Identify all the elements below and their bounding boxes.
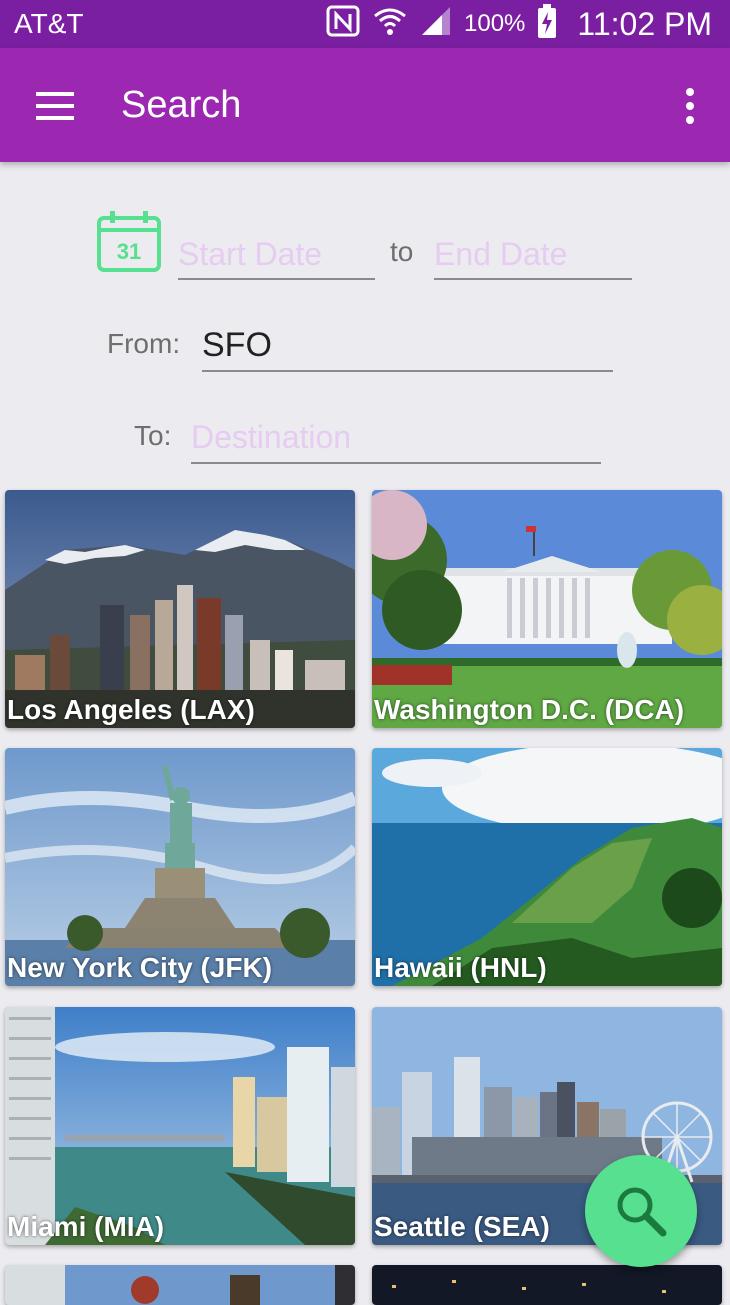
destination-label: Los Angeles (LAX) — [7, 694, 255, 725]
battery-charging-icon — [537, 3, 557, 45]
destination-card-jfk[interactable]: New York City (JFK) — [5, 748, 355, 986]
origin-field[interactable] — [202, 322, 613, 372]
destination-card-partial-right[interactable] — [372, 1265, 722, 1305]
start-date-field[interactable] — [178, 232, 375, 280]
hnl-photo — [372, 748, 722, 986]
to-label: To: — [134, 420, 172, 451]
status-icons: 100% 11:02 PM — [326, 3, 712, 45]
destination-input[interactable] — [191, 414, 601, 460]
hamburger-icon[interactable] — [30, 84, 80, 128]
start-date-input[interactable] — [178, 232, 375, 276]
wifi-icon — [372, 5, 408, 44]
app-bar: Search — [0, 48, 730, 162]
search-form: 31 to From: To: — [0, 162, 730, 488]
destination-card-lax[interactable]: Los Angeles (LAX) — [5, 490, 355, 728]
lax-photo — [5, 490, 355, 728]
destination-label: Seattle (SEA) — [374, 1211, 550, 1242]
destination-card-mia[interactable]: Miami (MIA) — [5, 1007, 355, 1245]
battery-percent: 100% — [464, 10, 526, 37]
carrier-name: AT&T — [14, 8, 84, 39]
from-label: From: — [107, 328, 181, 359]
origin-input[interactable] — [202, 322, 613, 368]
destination-card-hnl[interactable]: Hawaii (HNL) — [372, 748, 722, 986]
dca-photo — [372, 490, 722, 728]
destination-label: Hawaii (HNL) — [374, 952, 547, 983]
partial-photo-right — [372, 1265, 722, 1305]
destination-field[interactable] — [191, 414, 601, 464]
destination-card-dca[interactable]: Washington D.C. (DCA) — [372, 490, 722, 728]
destination-card-partial-left[interactable] — [5, 1265, 355, 1305]
jfk-photo — [5, 748, 355, 986]
nfc-icon — [326, 5, 360, 44]
destination-label: Washington D.C. (DCA) — [374, 694, 685, 725]
to-separator: to — [390, 236, 414, 267]
end-date-field[interactable] — [434, 232, 632, 280]
more-vert-icon[interactable] — [680, 84, 700, 128]
page-title: Search — [121, 84, 242, 126]
status-bar: AT&T 100% 11:02 PM — [0, 0, 730, 48]
signal-icon — [420, 5, 452, 44]
destination-label: New York City (JFK) — [7, 952, 273, 983]
search-fab[interactable] — [585, 1155, 697, 1267]
calendar-day-text: 31 — [117, 239, 141, 264]
end-date-input[interactable] — [434, 232, 632, 276]
search-icon — [617, 1187, 667, 1237]
destination-label: Miami (MIA) — [7, 1211, 165, 1242]
mia-photo — [5, 1007, 355, 1245]
partial-photo-left — [5, 1265, 355, 1305]
clock: 11:02 PM — [577, 5, 712, 42]
calendar-icon[interactable]: 31 — [96, 210, 162, 274]
